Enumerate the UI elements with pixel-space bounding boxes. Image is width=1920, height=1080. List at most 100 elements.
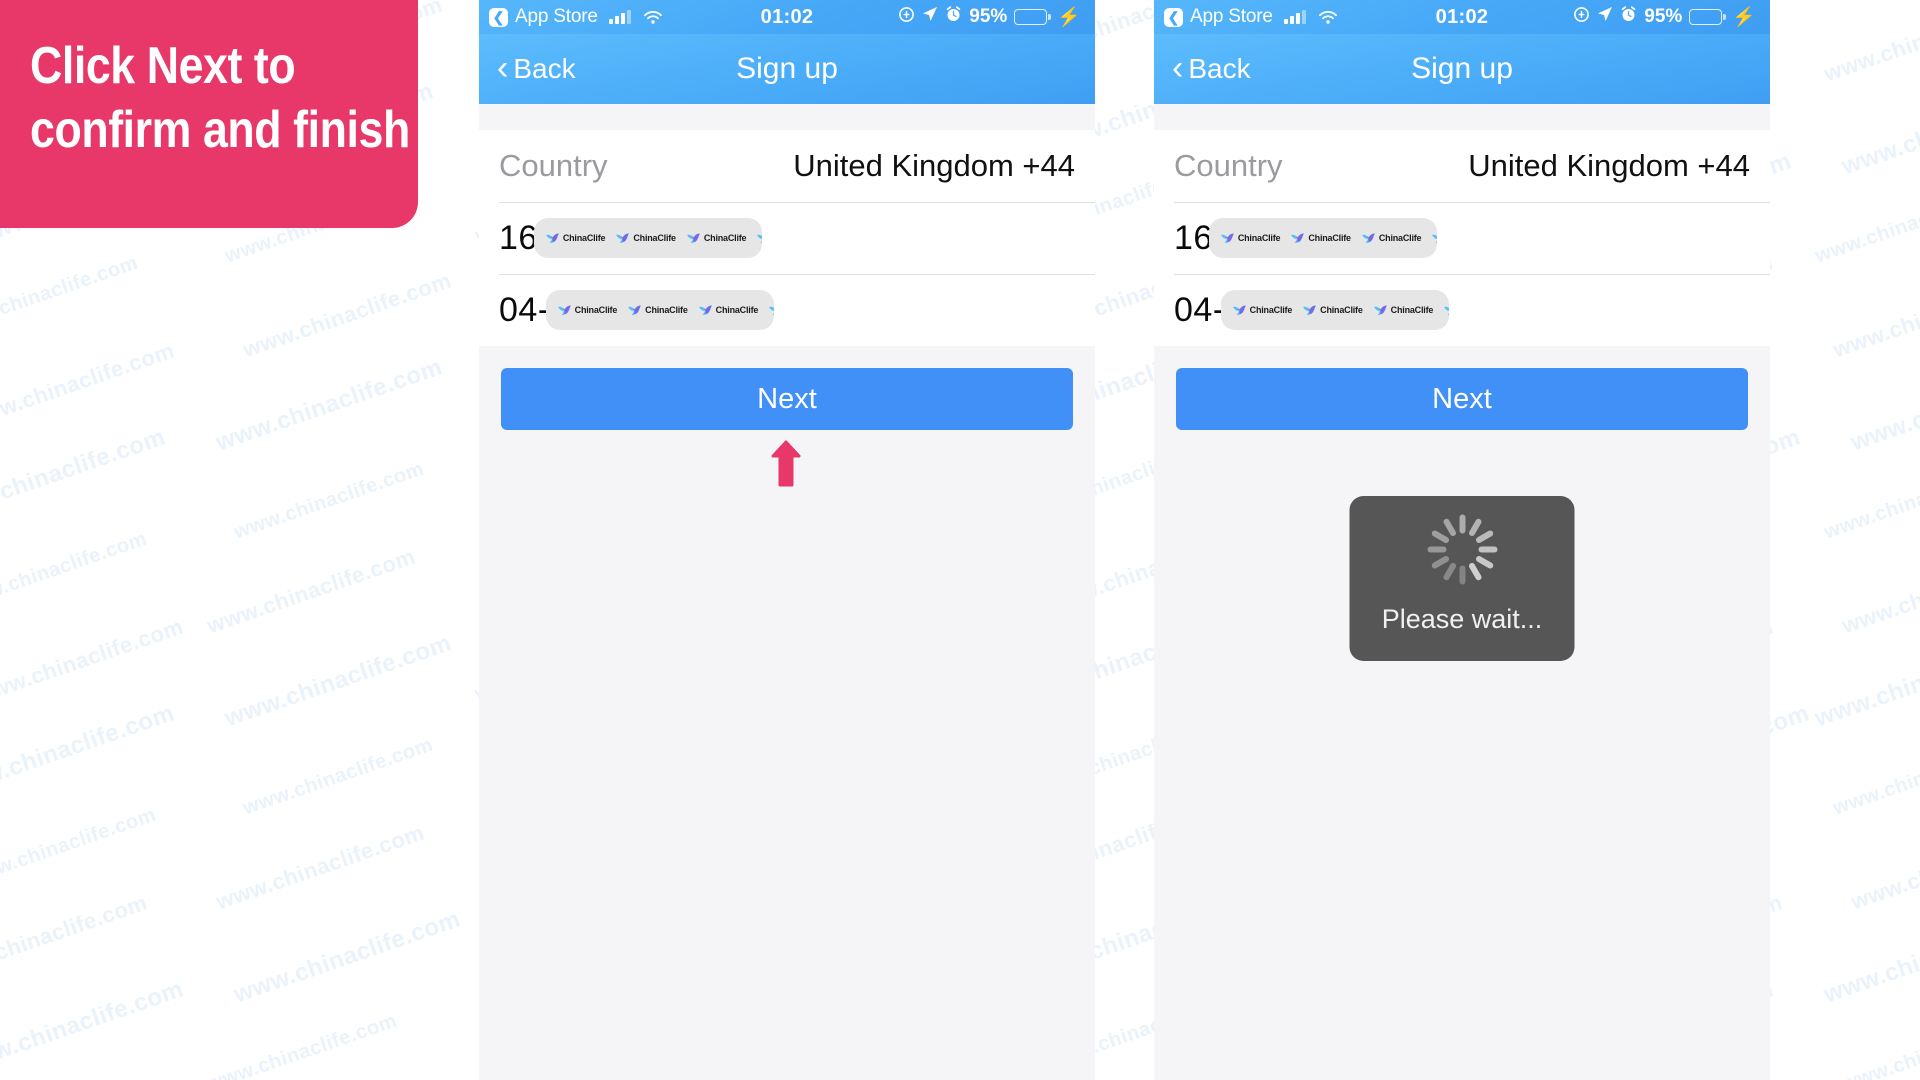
bird-logo-icon: ChinaClife — [1231, 302, 1292, 319]
bird-logo-icon: ChinaClife — [1360, 230, 1422, 247]
redaction-sticker: ChinaClife ChinaClife ChinaClife ChinaClife… — [1208, 218, 1437, 258]
battery-percent-label: 95% — [1644, 6, 1683, 27]
country-value: United Kingdom +44 — [793, 148, 1075, 183]
screen-body: Country United Kingdom +44 16 ChinaClife… — [479, 104, 1095, 1080]
next-button-container: Next — [1154, 346, 1770, 430]
location-arrow-icon — [922, 6, 938, 28]
wifi-icon — [643, 10, 663, 25]
status-bar-left: ❮ App Store — [1164, 6, 1338, 28]
bird-logo-icon: ChinaClife — [697, 302, 758, 319]
signup-form: Country United Kingdom +44 16 ChinaClife… — [479, 130, 1095, 346]
date-prefix: 04- — [1174, 290, 1225, 329]
country-row[interactable]: Country United Kingdom +44 — [479, 130, 1095, 202]
watermark-text: www.chinaclife.com — [1829, 267, 1920, 363]
status-bar-carrier: App Store — [1190, 6, 1273, 27]
watermark-text: www.chinaclife.com — [204, 1009, 400, 1080]
bird-logo-icon: ChinaClife — [1372, 302, 1433, 319]
watermark-text: www.chinaclife.com — [1838, 77, 1920, 181]
phone-screen-right: ❮ App Store 01:02 95% ⚡️ ‹ Back Sign up … — [1154, 0, 1770, 1080]
chevron-left-icon: ‹ — [497, 48, 509, 87]
watermark-text: www.chinaclife.com — [239, 267, 455, 363]
redaction-sticker: ChinaClife ChinaClife ChinaClife ChinaClife… — [1220, 290, 1449, 330]
back-label: Back — [513, 53, 576, 84]
cellular-signal-icon — [1283, 10, 1306, 24]
chevron-left-icon[interactable]: ❮ — [1164, 7, 1183, 27]
phone-number-prefix: 16 — [1174, 218, 1213, 257]
bird-logo-icon: ChinaClife — [685, 230, 747, 247]
watermark-text: www.chinaclife.com — [1820, 905, 1920, 1009]
bird-logo-icon: ChinaClife — [1301, 302, 1363, 319]
rotation-lock-icon — [898, 6, 915, 29]
redaction-sticker: ChinaClife ChinaClife ChinaClife ChinaClife… — [545, 290, 774, 330]
watermark-text: www.chinaclife.com — [212, 819, 428, 915]
watermark-text: www.chinaclife.com — [203, 543, 419, 639]
watermark-text: www.chinaclife.com — [231, 457, 427, 544]
next-button[interactable]: Next — [501, 368, 1073, 430]
loading-spinner-icon — [1425, 514, 1499, 596]
alarm-clock-icon — [945, 5, 962, 29]
instruction-callout: Click Next to confirm and finish — [0, 0, 418, 228]
location-arrow-icon — [1597, 6, 1613, 28]
status-bar-right: 95% ⚡️ — [898, 5, 1081, 29]
date-row[interactable]: 04- ChinaClifeChinaClifeChinaClifeChinaC… — [1154, 274, 1770, 346]
watermark-text: www.chinaclife.com — [1838, 543, 1920, 639]
status-bar-right: 95% ⚡️ — [1573, 5, 1756, 29]
phone-screen-left: ❮ App Store 01:02 95% ⚡️ ‹ Back Sign up … — [479, 0, 1095, 1080]
bird-logo-icon: ChinaClife — [614, 230, 676, 247]
date-row[interactable]: 04- ChinaClifeChinaClifeChinaClifeChinaC… — [479, 274, 1095, 346]
callout-line-2: confirm and finish — [30, 101, 410, 160]
date-prefix: 04- — [499, 290, 550, 329]
watermark-text: www.chinaclife.com — [1811, 629, 1920, 733]
callout-line-1: Click Next to — [30, 37, 296, 95]
bird-logo-icon: ChinaClife — [544, 230, 606, 247]
watermark-text: www.chinaclife.com — [1820, 0, 1920, 87]
back-button[interactable]: ‹ Back — [1172, 48, 1251, 87]
next-button[interactable]: Next — [1176, 368, 1748, 430]
rotation-lock-icon — [1573, 6, 1590, 29]
country-row[interactable]: Country United Kingdom +44 — [1154, 130, 1770, 202]
watermark-text: www.chinaclife.com — [240, 733, 436, 820]
watermark-text: www.chinaclife.com — [0, 527, 150, 614]
watermark-text: www.chinaclife.com — [0, 337, 178, 433]
back-button[interactable]: ‹ Back — [497, 48, 576, 87]
loading-modal: Please wait... — [1349, 496, 1575, 661]
lightning-bolt-icon: ⚡️ — [1732, 7, 1756, 28]
status-bar: ❮ App Store 01:02 95% ⚡️ — [1154, 0, 1770, 34]
watermark-text: www.chinaclife.com — [0, 423, 169, 527]
cellular-signal-icon — [608, 10, 631, 24]
watermark-text: www.chinaclife.com — [1839, 1009, 1920, 1080]
phone-number-row[interactable]: 16 ChinaClifeChinaClifeChinaClifeChinaCl… — [1154, 202, 1770, 274]
bird-logo-icon: ChinaClife — [755, 230, 762, 247]
chevron-left-icon: ‹ — [1172, 48, 1184, 87]
top-spacer — [1154, 104, 1770, 130]
bird-logo-icon: ChinaClife — [767, 302, 774, 319]
nav-bar: ‹ Back Sign up — [479, 34, 1095, 104]
watermark-text: www.chinaclife.com — [0, 889, 151, 985]
watermark-text: www.chinaclife.com — [221, 629, 455, 733]
watermark-text: www.chinaclife.com — [1830, 733, 1920, 820]
up-arrow-pointer-icon — [771, 440, 801, 488]
watermark-text: www.chinaclife.com — [0, 613, 187, 709]
country-label: Country — [499, 148, 608, 183]
phone-number-prefix: 16 — [499, 218, 538, 257]
bird-logo-icon: ChinaClife — [1219, 230, 1281, 247]
screen-body: Country United Kingdom +44 16 ChinaClife… — [1154, 104, 1770, 1080]
country-value: United Kingdom +44 — [1468, 148, 1750, 183]
bird-logo-icon: ChinaClife — [1430, 230, 1437, 247]
watermark-text: www.chinaclife.com — [212, 353, 446, 457]
back-label: Back — [1188, 53, 1251, 84]
phone-number-row[interactable]: 16 ChinaClifeChinaClifeChinaClifeChinaCl… — [479, 202, 1095, 274]
redaction-sticker: ChinaClife ChinaClife ChinaClife ChinaClife… — [533, 218, 762, 258]
status-bar: ❮ App Store 01:02 95% ⚡️ — [479, 0, 1095, 34]
watermark-text: www.chinaclife.com — [0, 251, 141, 338]
watermark-text: www.chinaclife.com — [1847, 819, 1920, 915]
wifi-icon — [1318, 10, 1338, 25]
watermark-text: www.chinaclife.com — [1847, 353, 1920, 457]
loading-message: Please wait... — [1381, 604, 1543, 634]
chevron-left-icon[interactable]: ❮ — [489, 7, 508, 27]
bird-logo-icon: ChinaClife — [626, 302, 688, 319]
bird-logo-icon: ChinaClife — [1289, 230, 1351, 247]
status-bar-left: ❮ App Store — [489, 6, 663, 28]
watermark-text: www.chinaclife.com — [230, 905, 464, 1009]
battery-icon — [1689, 9, 1723, 25]
